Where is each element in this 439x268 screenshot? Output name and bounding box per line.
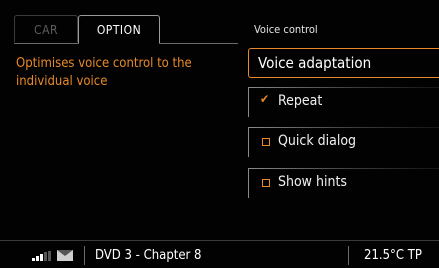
section-title: Voice control: [254, 23, 318, 36]
temperature-readout: 21.5°C TP: [364, 248, 422, 263]
menu-item-repeat[interactable]: ✔ Repeat: [248, 87, 439, 117]
menu-item-quick-dialog[interactable]: Quick dialog: [248, 127, 439, 157]
divider: [248, 127, 249, 157]
menu-item-label: Quick dialog: [278, 133, 357, 149]
voice-adaptation-button[interactable]: Voice adaptation: [248, 48, 439, 78]
signal-strength-icon: [32, 251, 52, 261]
divider: [248, 87, 439, 88]
menu-item-label: Show hints: [278, 174, 347, 190]
tab-bar: CAR OPTION: [14, 15, 238, 44]
divider: [248, 87, 249, 117]
divider: [248, 168, 439, 169]
divider: [348, 246, 349, 265]
tab-car[interactable]: CAR: [14, 15, 78, 42]
infotainment-screen: CAR OPTION Optimises voice control to th…: [0, 0, 439, 267]
envelope-icon[interactable]: [57, 250, 73, 261]
voice-adaptation-label: Voice adaptation: [258, 54, 372, 72]
checkbox-icon[interactable]: [262, 179, 270, 187]
divider: [248, 168, 249, 198]
divider: [84, 246, 85, 265]
menu-item-show-hints[interactable]: Show hints: [248, 168, 439, 198]
tab-option[interactable]: OPTION: [78, 15, 160, 44]
divider: [248, 127, 439, 128]
menu-item-label: Repeat: [278, 93, 323, 109]
checkbox-icon[interactable]: [262, 138, 270, 146]
checked-checkbox-icon[interactable]: ✔: [260, 92, 269, 106]
media-status[interactable]: DVD 3 - Chapter 8: [95, 248, 202, 263]
help-description: Optimises voice control to the individua…: [16, 56, 192, 89]
status-bar: DVD 3 - Chapter 8 21.5°C TP: [0, 240, 439, 268]
